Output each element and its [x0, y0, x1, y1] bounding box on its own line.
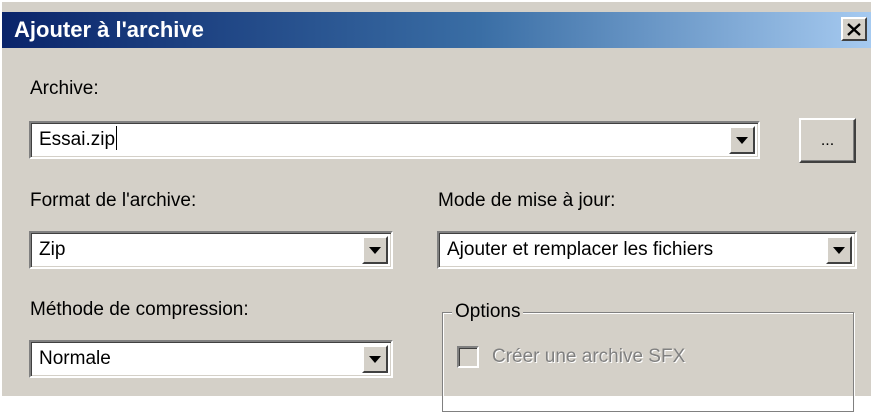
compression-label: Méthode de compression: [30, 299, 249, 320]
title-bar[interactable]: Ajouter à l'archive [2, 12, 871, 48]
update-mode-select[interactable]: Ajouter et remplacer les fichiers [437, 231, 857, 269]
close-icon [847, 22, 861, 36]
format-select[interactable]: Zip [29, 231, 393, 269]
archive-value-wrap: Essai.zip [39, 126, 118, 151]
text-caret [116, 126, 118, 151]
update-mode-value: Ajouter et remplacer les fichiers [447, 239, 714, 260]
compression-value: Normale [39, 348, 111, 369]
chevron-down-icon [369, 246, 381, 254]
compression-select[interactable]: Normale [29, 340, 393, 378]
format-value: Zip [39, 239, 66, 260]
add-to-archive-dialog: Ajouter à l'archive Archive: Essai.zip .… [0, 0, 871, 412]
sfx-checkbox[interactable] [457, 346, 479, 368]
chevron-down-icon [833, 246, 845, 254]
archive-dropdown-button[interactable] [729, 126, 755, 154]
format-dropdown-button[interactable] [362, 236, 388, 264]
chevron-down-icon [369, 355, 381, 363]
archive-combobox[interactable]: Essai.zip [29, 121, 760, 159]
archive-value: Essai.zip [39, 129, 116, 150]
update-mode-label: Mode de mise à jour: [438, 190, 616, 211]
update-mode-dropdown-button[interactable] [826, 236, 852, 264]
options-legend: Options [452, 301, 524, 323]
chevron-down-icon [736, 136, 748, 144]
compression-dropdown-button[interactable] [362, 345, 388, 373]
archive-label: Archive: [30, 78, 99, 99]
sfx-checkbox-label: Créer une archive SFX [492, 346, 686, 367]
browse-button[interactable]: ... [799, 118, 856, 163]
format-label: Format de l'archive: [30, 190, 197, 211]
close-button[interactable] [841, 17, 867, 41]
dialog-title: Ajouter à l'archive [14, 17, 204, 42]
